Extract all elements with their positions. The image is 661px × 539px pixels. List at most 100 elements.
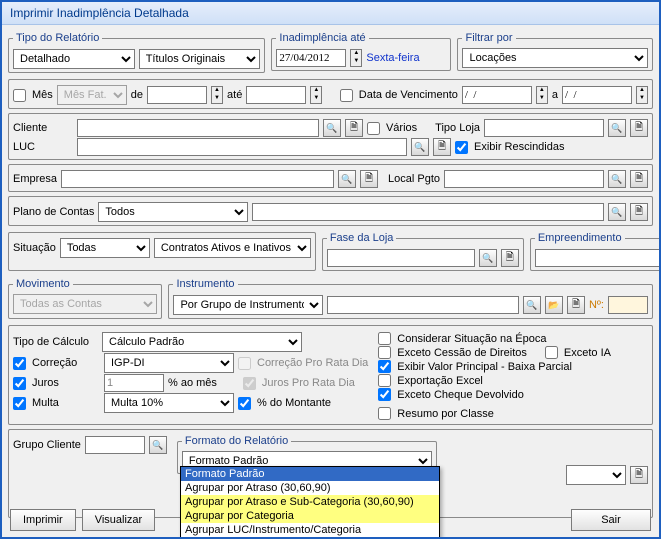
check-juros[interactable] <box>13 377 26 390</box>
select-plano[interactable]: Todos <box>98 202 248 222</box>
check-multa-unit[interactable] <box>238 397 251 410</box>
visualizar-button[interactable]: Visualizar <box>82 509 156 531</box>
input-grupo-cliente[interactable] <box>85 436 145 454</box>
spin-mes-ate[interactable]: ▲▼ <box>310 86 322 104</box>
label-considerar: Considerar Situação na Época <box>397 333 546 345</box>
chevron-down-icon[interactable]: ▼ <box>351 58 361 66</box>
check-resumo[interactable] <box>378 407 391 420</box>
page-icon-localpgto[interactable] <box>630 170 648 188</box>
select-situacao[interactable]: Todas <box>60 238 150 258</box>
input-empresa[interactable] <box>61 170 334 188</box>
spin-venc-de[interactable]: ▲▼ <box>536 86 548 104</box>
check-exibir-valor[interactable] <box>378 360 391 373</box>
select-tipo-calc[interactable]: Cálculo Padrão <box>102 332 302 352</box>
label-correcao: Correção <box>32 357 100 369</box>
dropdown-option[interactable]: Agrupar por Categoria <box>181 509 439 523</box>
select-titulos[interactable]: Títulos Originais <box>139 49 261 69</box>
group-empresa: Empresa Local Pgto <box>8 164 653 192</box>
page-icon-extra[interactable] <box>630 466 648 484</box>
input-cliente[interactable] <box>77 119 319 137</box>
select-mes-fat: Mês Fat. <box>57 85 127 105</box>
input-instrumento[interactable] <box>327 296 519 314</box>
input-local-pgto[interactable] <box>444 170 604 188</box>
dropdown-formato-list[interactable]: Formato Padrão Agrupar por Atraso (30,60… <box>180 466 440 539</box>
spin-mes-de[interactable]: ▲▼ <box>211 86 223 104</box>
label-grupo-cliente: Grupo Cliente <box>13 439 81 451</box>
input-instr-no[interactable] <box>608 296 648 314</box>
search-icon-empresa[interactable] <box>338 170 356 188</box>
spin-venc-ate[interactable]: ▲▼ <box>636 86 648 104</box>
check-considerar[interactable] <box>378 332 391 345</box>
select-contratos[interactable]: Contratos Ativos e Inativos <box>154 238 311 258</box>
group-plano: Plano de Contas Todos <box>8 196 653 226</box>
search-icon-plano[interactable] <box>608 203 626 221</box>
page-icon-empresa[interactable] <box>360 170 378 188</box>
label-tipo-calc: Tipo de Cálculo <box>13 336 98 348</box>
check-mes[interactable] <box>13 89 26 102</box>
window-title: Imprimir Inadimplência Detalhada <box>2 2 659 25</box>
input-tipo-loja[interactable] <box>484 119 604 137</box>
input-mes-de <box>147 86 207 104</box>
input-venc-ate[interactable] <box>562 86 632 104</box>
page-icon-fase[interactable] <box>501 249 519 267</box>
label-export-excel: Exportação Excel <box>397 375 483 387</box>
group-cliente-luc: Cliente Vários Tipo Loja LUC Exibir Resc… <box>8 113 653 160</box>
check-varios[interactable] <box>367 122 380 135</box>
select-detalhe[interactable]: Detalhado <box>13 49 135 69</box>
label-empresa: Empresa <box>13 173 57 185</box>
input-fase[interactable] <box>327 249 475 267</box>
check-multa[interactable] <box>13 397 26 410</box>
check-export-excel[interactable] <box>378 374 391 387</box>
page-icon-plano[interactable] <box>630 203 648 221</box>
select-instrumento[interactable]: Por Grupo de Instrumento <box>173 295 323 315</box>
legend-movimento: Movimento <box>13 278 73 290</box>
page-icon-instr[interactable] <box>567 296 585 314</box>
input-inad-date[interactable] <box>276 49 346 67</box>
spin-inad-date[interactable]: ▲▼ <box>350 49 362 67</box>
input-luc[interactable] <box>77 138 407 156</box>
page-icon-luc[interactable] <box>433 138 451 156</box>
label-resumo: Resumo por Classe <box>397 408 494 420</box>
dropdown-option[interactable]: Formato Padrão <box>181 467 439 481</box>
select-filtrar[interactable]: Locações <box>462 48 648 68</box>
check-correcao[interactable] <box>13 357 26 370</box>
label-exceto-cheque: Exceto Cheque Devolvido <box>397 389 524 401</box>
select-extra[interactable] <box>566 465 626 485</box>
input-plano[interactable] <box>252 203 604 221</box>
select-multa[interactable]: Multa 10% <box>104 393 234 413</box>
label-multa-unit: % do Montante <box>257 397 331 409</box>
label-dia-semana: Sexta-feira <box>366 52 419 64</box>
search-icon-luc[interactable] <box>411 138 429 156</box>
label-exibir-valor: Exibir Valor Principal - Baixa Parcial <box>397 361 572 373</box>
dropdown-option[interactable]: Agrupar LUC/Instrumento/Categoria <box>181 523 439 537</box>
check-exceto-ia[interactable] <box>545 346 558 359</box>
input-venc-de[interactable] <box>462 86 532 104</box>
label-situacao: Situação <box>13 242 56 254</box>
folder-icon-instr[interactable] <box>545 296 563 314</box>
check-data-venc[interactable] <box>340 89 353 102</box>
search-icon-fase[interactable] <box>479 249 497 267</box>
group-empreend: Empreendimento Aluguel <box>530 232 661 271</box>
group-calculo-opts: Tipo de Cálculo Cálculo Padrão Correção … <box>8 325 653 425</box>
dropdown-option[interactable]: Agrupar por Atraso (30,60,90) <box>181 481 439 495</box>
dropdown-option[interactable]: Agrupar por Atraso e Sub-Categoria (30,6… <box>181 495 439 509</box>
search-icon-grupo[interactable] <box>149 436 167 454</box>
page-icon-cliente[interactable] <box>345 119 363 137</box>
check-exceto-cessao[interactable] <box>378 346 391 359</box>
label-no: Nº: <box>589 299 604 311</box>
select-correcao[interactable]: IGP-DI <box>104 353 234 373</box>
check-exibir-resc[interactable] <box>455 141 468 154</box>
input-empreend[interactable] <box>535 249 661 267</box>
search-icon-instr[interactable] <box>523 296 541 314</box>
group-tipo-relatorio: Tipo do Relatório Detalhado Títulos Orig… <box>8 32 265 73</box>
label-juros: Juros <box>32 377 100 389</box>
page-icon-tipoloja[interactable] <box>630 119 648 137</box>
group-fase: Fase da Loja <box>322 232 524 271</box>
chevron-up-icon[interactable]: ▲ <box>351 50 361 58</box>
search-icon-localpgto[interactable] <box>608 170 626 188</box>
search-icon-cliente[interactable] <box>323 119 341 137</box>
imprimir-button[interactable]: Imprimir <box>10 509 76 531</box>
search-icon-tipoloja[interactable] <box>608 119 626 137</box>
check-exceto-cheque[interactable] <box>378 388 391 401</box>
sair-button[interactable]: Sair <box>571 509 651 531</box>
